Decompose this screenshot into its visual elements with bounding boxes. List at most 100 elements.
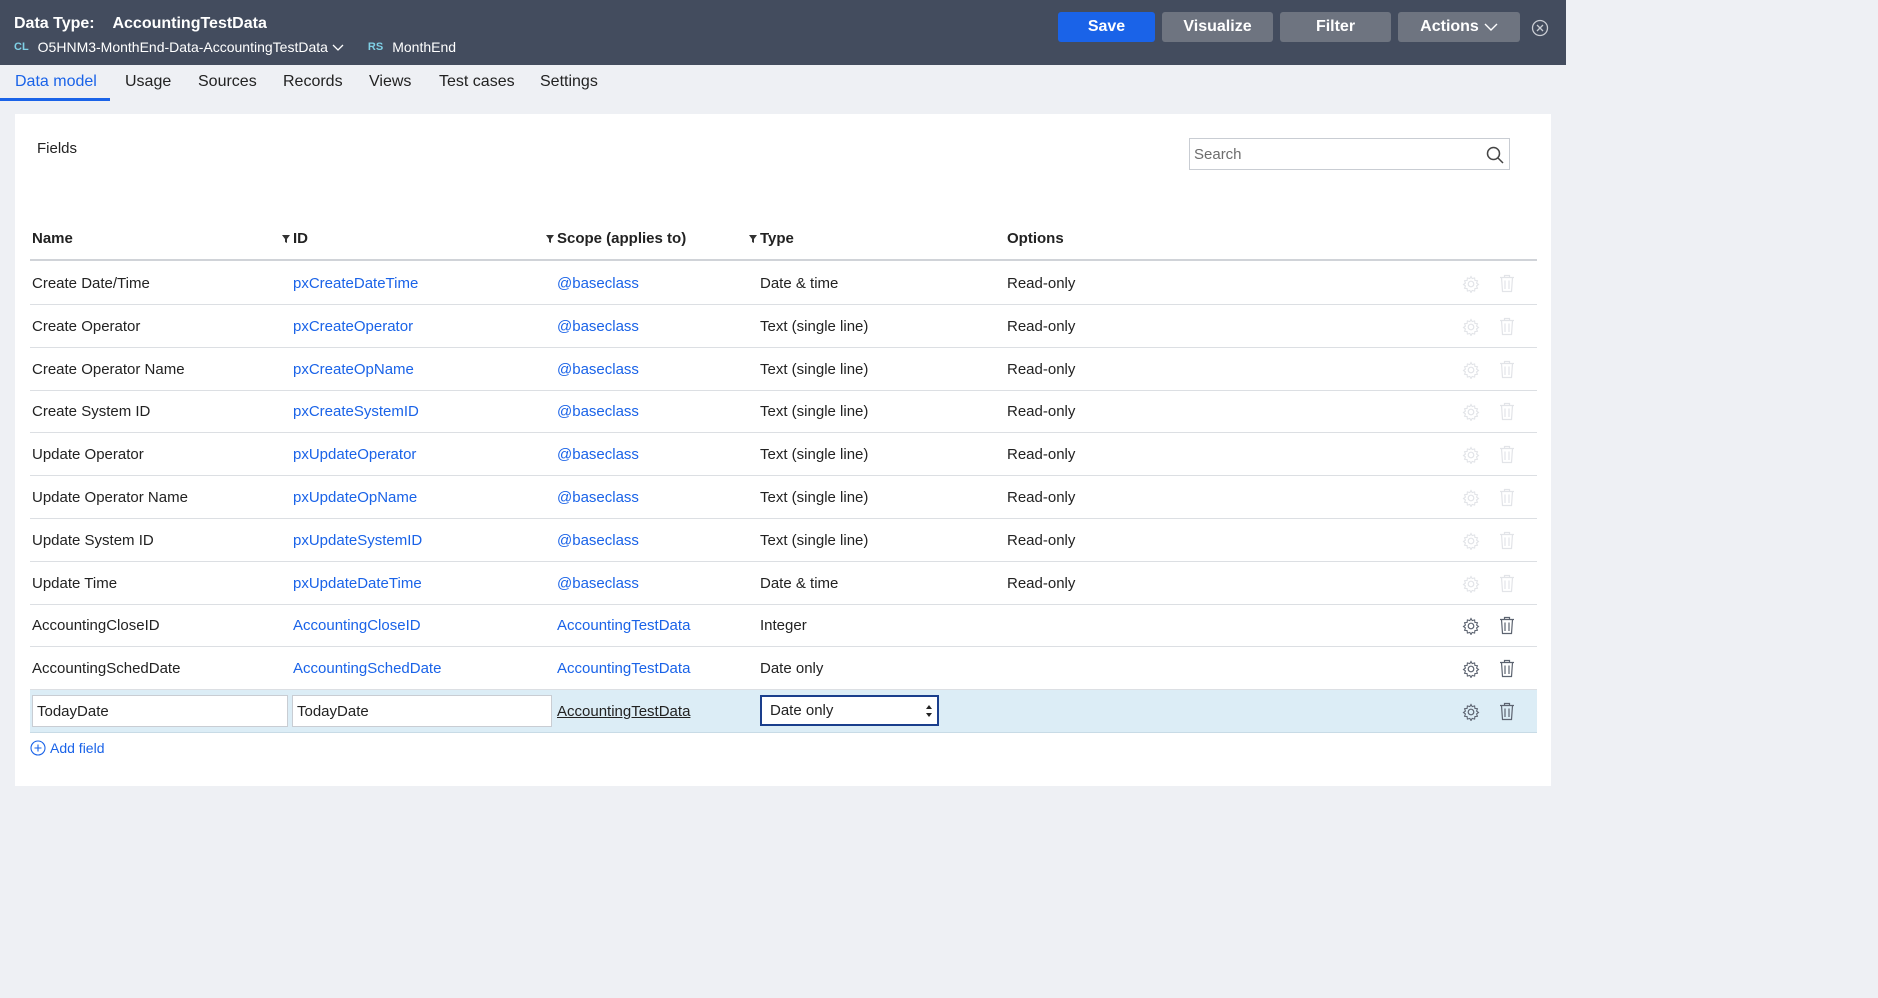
field-id-link[interactable]: pxCreateDateTime	[293, 275, 418, 292]
actions-button[interactable]: Actions	[1398, 12, 1520, 42]
gear-icon	[1462, 446, 1480, 465]
field-scope-link[interactable]: @baseclass	[557, 275, 639, 292]
data-type-name: AccountingTestData	[112, 15, 267, 32]
filter-icon[interactable]	[545, 234, 555, 244]
field-scope-link[interactable]: @baseclass	[557, 575, 639, 592]
filter-icon[interactable]	[748, 234, 758, 244]
field-id-link[interactable]: pxUpdateOperator	[293, 446, 416, 463]
field-options: Read-only	[1007, 360, 1076, 378]
field-scope-link[interactable]: @baseclass	[557, 403, 639, 420]
save-button[interactable]: Save	[1058, 12, 1155, 42]
field-type: Text (single line)	[760, 446, 869, 464]
field-type: Date & time	[760, 574, 839, 592]
tab-records[interactable]: Records	[283, 73, 343, 91]
column-header-type[interactable]: Type	[760, 230, 794, 247]
filter-icon[interactable]	[281, 234, 291, 244]
search-box	[1189, 138, 1510, 170]
field-id-link[interactable]: AccountingCloseID	[293, 617, 421, 634]
table-row[interactable]: Create System ID pxCreateSystemID @basecla…	[30, 390, 1537, 434]
field-options: Read-only	[1007, 574, 1076, 592]
field-scope-link[interactable]: @baseclass	[557, 446, 639, 463]
filter-button[interactable]: Filter	[1280, 12, 1391, 42]
trash-icon[interactable]	[1499, 702, 1515, 721]
table-row[interactable]: AccountingSchedDate AccountingSchedDate Ac…	[30, 647, 1537, 691]
add-circle-icon	[30, 740, 46, 756]
search-icon[interactable]	[1485, 145, 1505, 165]
gear-icon[interactable]	[1462, 660, 1480, 679]
active-tab-indicator	[0, 98, 110, 101]
data-type-label: Data Type:	[14, 15, 95, 32]
field-id-link[interactable]: pxUpdateOpName	[293, 489, 417, 506]
table-header: Name ID Scope (applies to) Type Options	[30, 219, 1537, 261]
table-row[interactable]: Create Operator Name pxCreateOpName @basec…	[30, 348, 1537, 391]
gear-icon	[1462, 532, 1480, 550]
field-type: Text (single line)	[760, 360, 869, 378]
trash-icon	[1500, 531, 1514, 549]
tab-sources[interactable]: Sources	[198, 73, 257, 91]
close-icon[interactable]	[1531, 19, 1549, 37]
add-field-link[interactable]: Add field	[30, 740, 104, 756]
field-scope-link[interactable]: AccountingTestData	[557, 660, 690, 677]
field-name: Create Operator Name	[32, 360, 185, 378]
field-type: Date & time	[760, 275, 839, 292]
type-select-value: Date only	[770, 702, 834, 719]
ruleset-name: MonthEnd	[392, 39, 457, 55]
field-scope-link[interactable]: @baseclass	[557, 532, 639, 549]
column-header-name[interactable]: Name	[32, 230, 73, 247]
gear-icon	[1462, 574, 1480, 593]
tab-settings[interactable]: Settings	[540, 73, 598, 91]
chevron-down-icon[interactable]	[332, 41, 344, 53]
panel-title: Fields	[37, 140, 78, 157]
column-header-scope[interactable]: Scope (applies to)	[557, 230, 686, 247]
field-type: Text (single line)	[760, 317, 869, 335]
column-header-options: Options	[1007, 230, 1064, 247]
table-row[interactable]: Update Operator pxUpdateOperator @baseclas…	[30, 433, 1537, 477]
add-field-label: Add field	[50, 740, 105, 756]
trash-icon	[1500, 403, 1514, 421]
field-name-input[interactable]	[32, 695, 288, 727]
tab-usage[interactable]: Usage	[125, 73, 171, 91]
trash-icon[interactable]	[1499, 616, 1515, 635]
field-type: Text (single line)	[760, 531, 869, 549]
table-row[interactable]: Update Time pxUpdateDateTime @baseclass Dat…	[30, 562, 1537, 605]
table-row[interactable]: Update Operator Name pxUpdateOpName @basec…	[30, 476, 1537, 519]
field-id-link[interactable]: pxCreateOpName	[293, 361, 414, 378]
field-options: Read-only	[1007, 489, 1076, 506]
field-scope-link[interactable]: AccountingTestData	[557, 617, 690, 634]
type-select[interactable]: Date only	[760, 695, 939, 726]
class-name-dropdown[interactable]: O5HNM3-MonthEnd-Data-AccountingTestData	[38, 39, 328, 55]
gear-icon	[1462, 275, 1480, 293]
fields-panel: Fields Name ID Scope (applies to) Type O…	[15, 114, 1551, 786]
field-id-link[interactable]: pxUpdateDateTime	[293, 575, 422, 592]
tab-views[interactable]: Views	[369, 73, 411, 91]
field-scope-link[interactable]: @baseclass	[557, 489, 639, 506]
gear-icon[interactable]	[1462, 703, 1480, 721]
field-name: Update Operator Name	[32, 489, 188, 506]
trash-icon	[1500, 574, 1514, 592]
table-row[interactable]: Create Date/Time pxCreateDateTime @basecla…	[30, 262, 1537, 305]
gear-icon[interactable]	[1462, 617, 1480, 636]
trash-icon	[1500, 446, 1514, 464]
field-id-input[interactable]	[292, 695, 552, 727]
scope-link[interactable]: AccountingTestData	[557, 703, 690, 720]
table-row[interactable]: AccountingCloseID AccountingCloseID Accoun…	[30, 604, 1537, 648]
table-row[interactable]: Create Operator pxCreateOperator @baseclas…	[30, 305, 1537, 348]
field-scope-link[interactable]: @baseclass	[557, 318, 639, 335]
field-id-link[interactable]: pxUpdateSystemID	[293, 532, 422, 549]
trash-icon	[1500, 488, 1514, 507]
tab-test-cases[interactable]: Test cases	[439, 73, 515, 91]
field-scope-link[interactable]: @baseclass	[557, 361, 639, 378]
tab-data-model[interactable]: Data model	[15, 73, 97, 91]
visualize-button[interactable]: Visualize	[1162, 12, 1273, 42]
field-name: AccountingCloseID	[32, 617, 160, 635]
search-input[interactable]	[1190, 140, 1470, 168]
column-header-id[interactable]: ID	[293, 230, 308, 247]
field-id-link[interactable]: AccountingSchedDate	[293, 660, 441, 677]
class-ruleset-row: CL O5HNM3-MonthEnd-Data-AccountingTestDa…	[14, 39, 456, 55]
trash-icon	[1500, 274, 1514, 293]
gear-icon	[1462, 318, 1480, 336]
field-id-link[interactable]: pxCreateOperator	[293, 318, 413, 335]
table-row[interactable]: Update System ID pxUpdateSystemID @basecla…	[30, 519, 1537, 562]
trash-icon[interactable]	[1499, 659, 1515, 678]
field-id-link[interactable]: pxCreateSystemID	[293, 403, 419, 420]
